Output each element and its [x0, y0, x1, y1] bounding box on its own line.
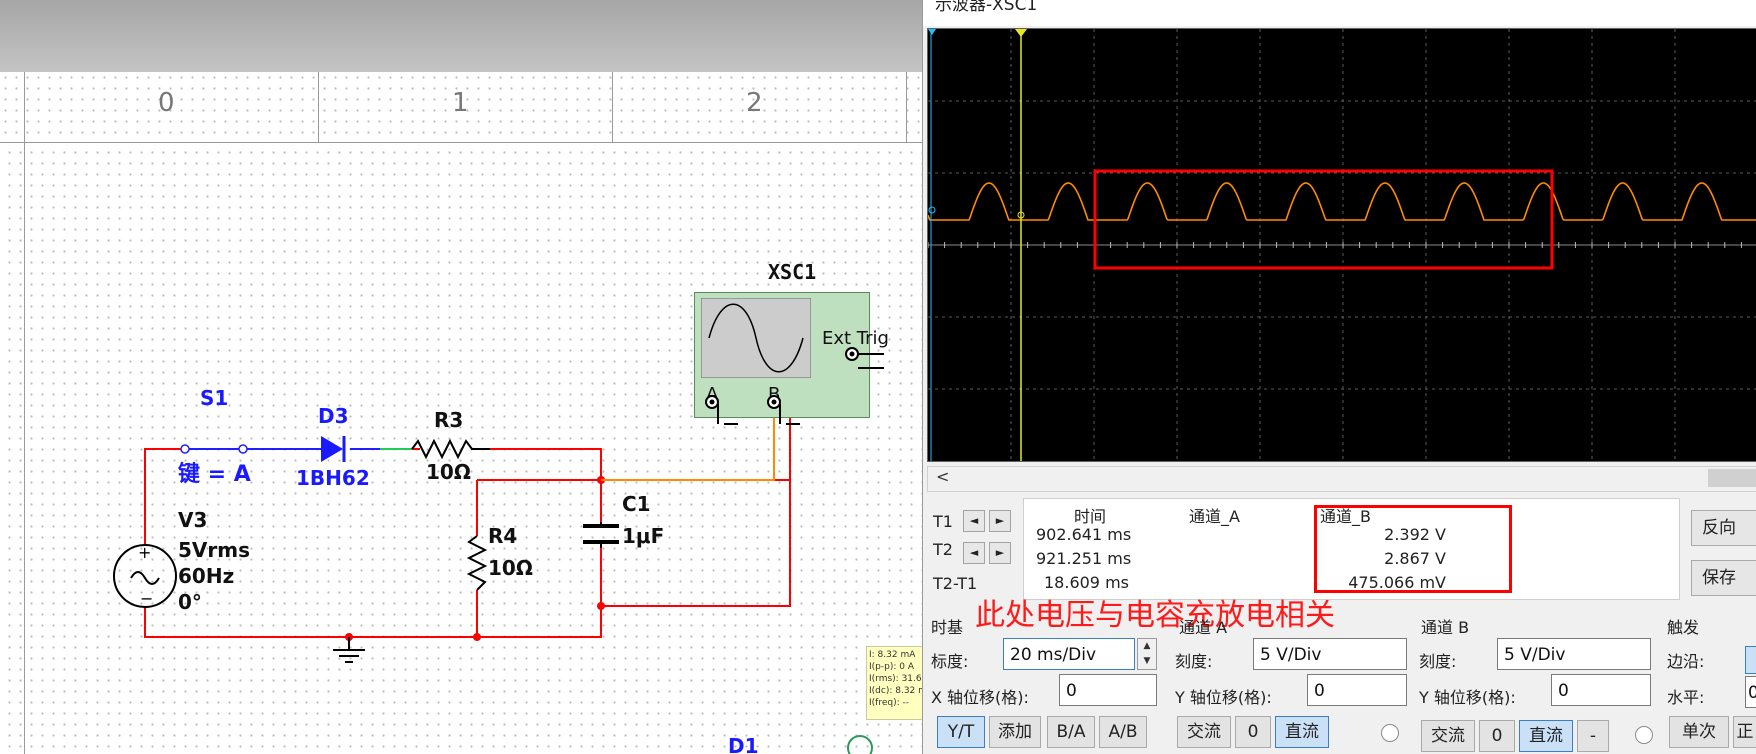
switch-name: S1: [200, 386, 229, 410]
timebase-scale-label: 标度:: [931, 652, 969, 671]
mode-ab-button[interactable]: A/B: [1099, 716, 1147, 748]
cursor-readout-table: 时间 通道_A 通道_B 902.641 ms 921.251 ms 18.60…: [1023, 498, 1680, 600]
trigger-edge-button[interactable]: [1745, 646, 1756, 674]
channel-b-ac-button[interactable]: 交流: [1421, 720, 1475, 752]
trigger-level-input[interactable]: 0: [1745, 676, 1756, 708]
trigger-title: 触发: [1667, 618, 1700, 637]
channel-b-trace: [927, 182, 1756, 221]
svg-text:−: −: [140, 589, 153, 608]
t1-left-button[interactable]: ◄: [963, 510, 985, 532]
window-title: 示波器-XSC1: [935, 0, 1038, 15]
save-button[interactable]: 保存: [1691, 560, 1756, 596]
switch-key: 键 = A: [178, 462, 251, 487]
r4-name: R4: [488, 524, 518, 548]
t2-left-button[interactable]: ◄: [963, 542, 985, 564]
channel-a-ypos-input[interactable]: 0: [1307, 674, 1407, 706]
channel-a-dc-button[interactable]: 直流: [1275, 716, 1329, 748]
scope-name: XSC1: [768, 260, 817, 284]
readout-t1-time: 902.641 ms: [1036, 525, 1132, 544]
channel-b-minus-button[interactable]: -: [1577, 720, 1609, 752]
probe-icon[interactable]: [846, 734, 876, 754]
channel-b-radio[interactable]: [1635, 726, 1653, 744]
probe-line: I(dc): 8.32 m: [869, 686, 922, 696]
diode-name: D3: [318, 404, 349, 428]
channel-a-ypos-label: Y 轴位移(格):: [1175, 688, 1272, 707]
channel-b-title: 通道 B: [1421, 618, 1470, 637]
mode-add-button[interactable]: 添加: [989, 716, 1041, 748]
channel-b-scale-input[interactable]: 5 V/Div: [1497, 638, 1651, 670]
readout-header-time: 时间: [1074, 507, 1107, 526]
scope-terminals: [705, 347, 884, 425]
probe-tooltip: I: 8.32 mA I(p-p): 0 A I(rms): 31.6 I(dc…: [866, 646, 922, 720]
trigger-edge-label: 边沿:: [1667, 652, 1705, 671]
source-amplitude: 5Vrms: [178, 538, 251, 562]
source-frequency: 60Hz: [178, 564, 235, 588]
oscilloscope-window[interactable]: 示波器-XSC1 < T1 ◄ ► T2 ◄ ► T2-T1 时间 通道_A 通…: [922, 0, 1756, 754]
waveform-svg: [927, 29, 1756, 461]
t1-label: T1: [933, 512, 953, 531]
readout-highlight-box: [1314, 505, 1512, 593]
channel-a-ac-button[interactable]: 交流: [1177, 716, 1231, 748]
probe-line: I(p-p): 0 A: [869, 662, 914, 672]
scroll-left-icon[interactable]: <: [936, 467, 949, 486]
trigger-single-button[interactable]: 单次: [1669, 716, 1729, 748]
annotation-text: 此处电压与电容充放电相关: [975, 598, 1335, 633]
channel-a-title: 通道 A: [1179, 618, 1228, 637]
channel-b-marker: [928, 206, 936, 214]
channel-b-ypos-label: Y 轴位移(格):: [1419, 688, 1516, 707]
trigger-level-label: 水平:: [1667, 688, 1705, 707]
scope-display[interactable]: [927, 28, 1756, 462]
readout-t2-time: 921.251 ms: [1036, 549, 1132, 568]
channel-a-zero-button[interactable]: 0: [1235, 716, 1271, 748]
t2-right-button[interactable]: ►: [989, 542, 1011, 564]
display-scrollbar[interactable]: <: [927, 466, 1756, 492]
schematic-canvas[interactable]: 0 1 2 + − XSC1 Ext Trig A B S1 键 = A D3 …: [0, 0, 922, 754]
t2-label: T2: [933, 540, 953, 559]
t2-t1-label: T2-T1: [933, 574, 978, 593]
source-phase: 0°: [178, 590, 202, 614]
channel-b-zero-button[interactable]: 0: [1479, 720, 1515, 752]
probe-line: I(freq): --: [869, 698, 909, 708]
trigger-normal-button[interactable]: 正: [1733, 716, 1756, 748]
window-title-bar[interactable]: 示波器-XSC1: [923, 0, 1756, 26]
channel-a-scale-input[interactable]: 5 V/Div: [1253, 638, 1407, 670]
timebase-scale-input[interactable]: 20 ms/Div: [1003, 638, 1135, 670]
svg-text:+: +: [138, 543, 151, 562]
channel-b-dc-button[interactable]: 直流: [1519, 720, 1573, 752]
channel-a-radio[interactable]: [1381, 724, 1399, 742]
source-name: V3: [178, 508, 208, 532]
cursor-t1-marker: [928, 29, 936, 35]
mode-yt-button[interactable]: Y/T: [937, 716, 985, 748]
channel-b-ypos-input[interactable]: 0: [1551, 674, 1651, 706]
t1-right-button[interactable]: ►: [989, 510, 1011, 532]
probe-line: I(rms): 31.6: [869, 674, 922, 684]
readout-header-channel-a: 通道_A: [1189, 507, 1240, 526]
diode-model: 1BH62: [296, 466, 370, 490]
d1-name: D1: [728, 734, 759, 754]
cursor-t2-marker: [1015, 29, 1027, 37]
r4-value: 10Ω: [488, 556, 533, 580]
channel-b-scale-label: 刻度:: [1419, 652, 1457, 671]
timebase-scale-spinner[interactable]: ▲ ▼: [1137, 638, 1157, 670]
scroll-thumb[interactable]: [1708, 469, 1756, 487]
r3-name: R3: [434, 408, 464, 432]
reverse-button[interactable]: 反向: [1691, 510, 1756, 546]
c1-name: C1: [622, 492, 651, 516]
mode-ba-button[interactable]: B/A: [1047, 716, 1095, 748]
c1-value: 1μF: [622, 524, 665, 548]
probe-line: I: 8.32 mA: [869, 650, 916, 660]
timebase-xpos-label: X 轴位移(格):: [931, 688, 1029, 707]
channel-a-scale-label: 刻度:: [1175, 652, 1213, 671]
r3-value: 10Ω: [426, 460, 471, 484]
timebase-title: 时基: [931, 618, 964, 637]
timebase-xpos-input[interactable]: 0: [1059, 674, 1157, 706]
